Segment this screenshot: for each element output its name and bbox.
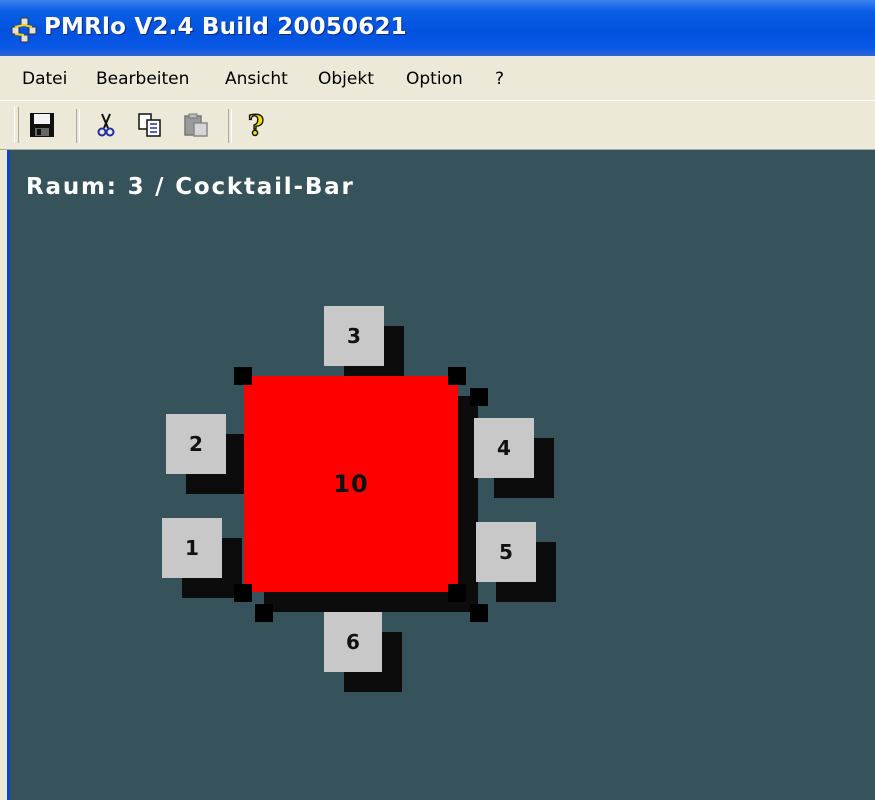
room-title: Raum: 3 / Cocktail-Bar <box>26 174 355 200</box>
paste-button[interactable] <box>180 109 212 141</box>
menu-help[interactable]: ? <box>495 69 504 89</box>
window-title: PMRlo V2.4 Build 20050621 <box>44 14 407 40</box>
menu-ansicht[interactable]: Ansicht <box>225 69 288 89</box>
resize-handle-bottom-left[interactable] <box>234 584 252 602</box>
window-left-border <box>0 150 10 800</box>
cut-icon <box>97 113 115 137</box>
resize-handle-shadow-top-right[interactable] <box>470 388 488 406</box>
seat-5[interactable]: 5 <box>476 522 536 582</box>
svg-text:?: ? <box>248 110 264 140</box>
help-icon: ? <box>247 110 265 140</box>
resize-handle-bottom-right[interactable] <box>448 584 466 602</box>
paste-icon <box>184 113 208 137</box>
seat-4[interactable]: 4 <box>474 418 534 478</box>
table-10[interactable]: 10 <box>244 376 458 592</box>
cut-button[interactable] <box>90 109 122 141</box>
seat-3[interactable]: 3 <box>324 306 384 366</box>
seat-1[interactable]: 1 <box>162 518 222 578</box>
copy-button[interactable] <box>134 109 166 141</box>
menu-objekt[interactable]: Objekt <box>318 69 374 89</box>
copy-icon <box>138 113 161 137</box>
resize-handle-shadow-bottom-right[interactable] <box>470 604 488 622</box>
menu-option[interactable]: Option <box>406 69 463 89</box>
seat-6[interactable]: 6 <box>324 612 382 672</box>
toolbar-separator <box>228 109 232 143</box>
help-button[interactable]: ? <box>240 109 272 141</box>
toolbar-separator <box>76 109 80 143</box>
app-network-icon <box>11 17 37 43</box>
menu-bearbeiten[interactable]: Bearbeiten <box>96 69 189 89</box>
resize-handle-top-right[interactable] <box>448 367 466 385</box>
seat-2[interactable]: 2 <box>166 414 226 474</box>
toolbar-grip[interactable] <box>14 107 19 143</box>
resize-handle-shadow-bottom-left[interactable] <box>255 604 273 622</box>
menu-bar: Datei Bearbeiten Ansicht Objekt Option ? <box>0 56 875 100</box>
toolbar: ? <box>0 100 875 150</box>
save-button[interactable] <box>26 109 58 141</box>
title-bar[interactable]: PMRlo V2.4 Build 20050621 <box>0 0 875 56</box>
save-icon <box>30 113 54 137</box>
resize-handle-top-left[interactable] <box>234 367 252 385</box>
menu-datei[interactable]: Datei <box>22 69 67 89</box>
